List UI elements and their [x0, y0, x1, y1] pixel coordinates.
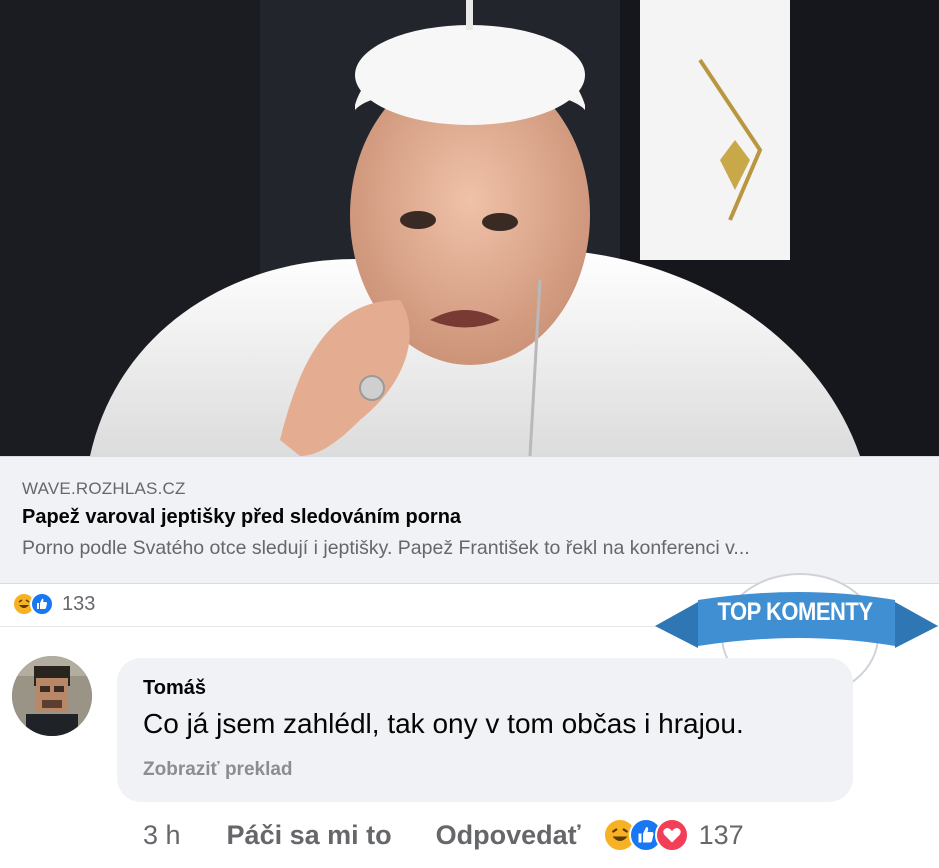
post-reaction-count: 133 [62, 592, 96, 615]
link-title[interactable]: Papež varoval jeptišky před sledováním p… [22, 506, 461, 529]
avatar[interactable] [12, 656, 92, 736]
comment-actions: 3 h Páči sa mi to Odpovedať 137 [143, 815, 744, 855]
reply-button[interactable]: Odpovedať [436, 820, 581, 851]
link-description: Porno podle Svatého otce sledují i jepti… [22, 537, 750, 559]
article-photo[interactable] [0, 0, 939, 456]
post-reactions[interactable]: 133 [12, 591, 95, 617]
like-button[interactable]: Páči sa mi to [227, 820, 392, 851]
comment-author[interactable]: Tomáš [143, 677, 206, 700]
comment-reactions[interactable] [602, 818, 689, 852]
love-icon [654, 818, 689, 852]
link-domain: WAVE.ROZHLAS.CZ [22, 479, 186, 498]
translate-link[interactable]: Zobraziť preklad [143, 759, 293, 781]
comment-reaction-count: 137 [698, 819, 744, 850]
top-comments-label: TOP KOMENTY [717, 597, 873, 626]
pope-photo-illustration [0, 0, 939, 456]
like-icon [30, 592, 54, 616]
comment-text: Co já jsem zahlédl, tak ony v tom občas … [143, 708, 744, 739]
comment-time[interactable]: 3 h [143, 820, 181, 851]
